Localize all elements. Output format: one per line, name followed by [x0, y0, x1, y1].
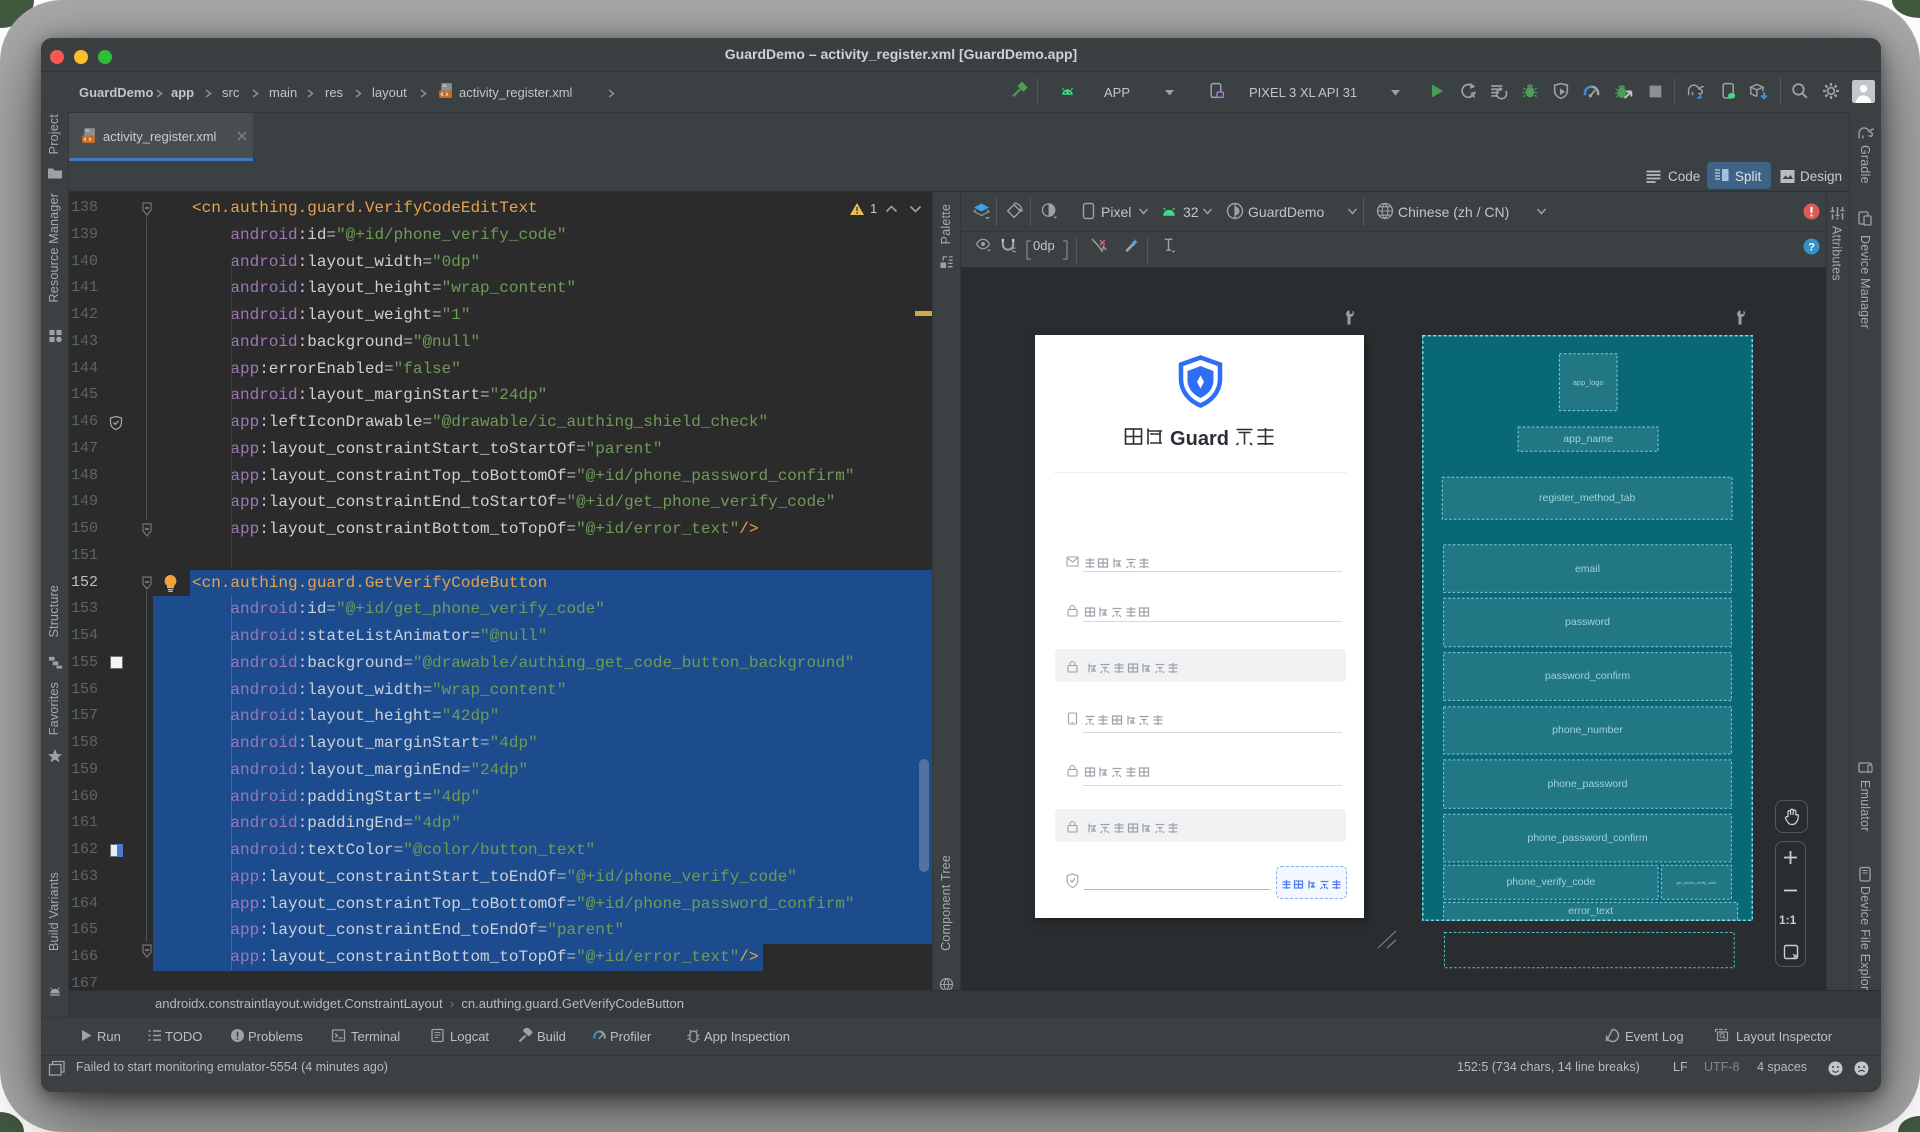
svg-text:?: ? — [1808, 242, 1815, 254]
svg-text:A: A — [1470, 91, 1476, 100]
